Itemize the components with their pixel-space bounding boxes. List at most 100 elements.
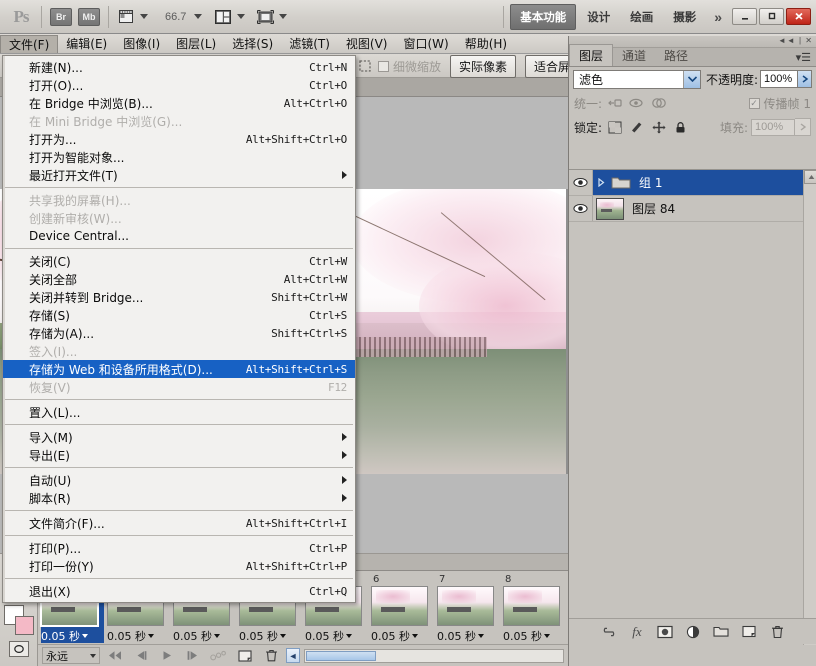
arrange-documents-control[interactable] — [214, 9, 246, 25]
menu-item[interactable]: 打印一份(Y) Alt+Shift+Ctrl+P — [3, 557, 355, 575]
tab-channels[interactable]: 通道 — [613, 45, 655, 66]
menu-item[interactable]: 导出(E) — [3, 446, 355, 464]
layer-visibility-toggle[interactable] — [569, 170, 593, 195]
select-first-frame-icon[interactable] — [104, 647, 126, 664]
menu-item[interactable]: 关闭全部 Alt+Ctrl+W — [3, 270, 355, 288]
list-item[interactable]: 6 0.05 秒 — [371, 575, 434, 643]
menu-item[interactable]: 自动(U) — [3, 471, 355, 489]
frame-delay[interactable]: 0.05 秒 — [173, 626, 236, 643]
fx-icon[interactable]: fx — [629, 623, 646, 640]
workspace-tab-essentials[interactable]: 基本功能 — [510, 3, 577, 30]
menu-window[interactable]: 窗口(W) — [395, 35, 456, 53]
frame-delay[interactable]: 0.05 秒 — [371, 626, 434, 643]
scroll-up-icon[interactable] — [804, 170, 816, 184]
menu-item[interactable]: 打开为智能对象... — [3, 148, 355, 166]
lock-image-pixels-icon[interactable] — [627, 119, 646, 136]
zoom-chevron-down-icon[interactable] — [194, 14, 203, 19]
menu-item[interactable]: 打开(O)... Ctrl+O — [3, 76, 355, 94]
menu-item[interactable]: 新建(N)... Ctrl+N — [3, 58, 355, 76]
animation-horizontal-scrollbar[interactable] — [304, 648, 564, 663]
workspace-tab-design[interactable]: 设计 — [578, 5, 619, 29]
table-row[interactable]: 组 1 — [569, 170, 816, 196]
tween-icon[interactable] — [208, 647, 230, 664]
menu-item[interactable]: 存储(S) Ctrl+S — [3, 306, 355, 324]
file-menu-dropdown[interactable]: 新建(N)... Ctrl+N 打开(O)... Ctrl+O 在 Bridge 中浏览… — [2, 55, 356, 603]
menu-item[interactable]: 存储为(A)... Shift+Ctrl+S — [3, 324, 355, 342]
unify-style-icon[interactable] — [649, 95, 668, 112]
quick-mask-button[interactable] — [8, 641, 29, 657]
close-button[interactable] — [786, 8, 811, 25]
workspace-tab-painting[interactable]: 绘画 — [621, 5, 662, 29]
workspace-tab-photography[interactable]: 摄影 — [664, 5, 705, 29]
fill-slider-button[interactable] — [795, 118, 811, 136]
tab-paths[interactable]: 路径 — [655, 45, 697, 66]
bridge-button[interactable]: Br — [50, 7, 72, 26]
select-next-frame-icon[interactable] — [182, 647, 204, 664]
layer-visibility-toggle[interactable] — [569, 196, 593, 221]
frame-delay[interactable]: 0.05 秒 — [305, 626, 368, 643]
menu-item[interactable]: 置入(L)... — [3, 403, 355, 421]
fine-zoom-checkbox[interactable] — [378, 60, 389, 72]
new-group-icon[interactable] — [713, 623, 730, 640]
expand-group-icon[interactable] — [593, 178, 609, 187]
layers-scrollbar[interactable] — [803, 170, 816, 645]
menu-item[interactable]: 打印(P)... Ctrl+P — [3, 539, 355, 557]
minimize-button[interactable] — [732, 8, 757, 25]
opacity-value[interactable]: 100% — [760, 70, 799, 88]
scrollbar-thumb[interactable] — [306, 650, 376, 661]
unify-visibility-icon[interactable] — [627, 95, 646, 112]
menu-layer[interactable]: 图层(L) — [168, 35, 224, 53]
menu-item[interactable]: 脚本(R) — [3, 489, 355, 507]
menu-item[interactable]: 文件简介(F)... Alt+Shift+Ctrl+I — [3, 514, 355, 532]
menu-help[interactable]: 帮助(H) — [457, 35, 515, 53]
adjustment-layer-icon[interactable] — [685, 623, 702, 640]
list-item[interactable]: 8 0.05 秒 — [503, 575, 566, 643]
maximize-button[interactable] — [759, 8, 784, 25]
view-extras-control[interactable] — [117, 9, 148, 25]
menu-item[interactable]: 退出(X) Ctrl+Q — [3, 582, 355, 600]
menu-select[interactable]: 选择(S) — [224, 35, 281, 53]
list-item[interactable]: 7 0.05 秒 — [437, 575, 500, 643]
menu-item[interactable]: 最近打开文件(T) — [3, 166, 355, 184]
zoom-level-value[interactable]: 66.7 — [165, 11, 186, 23]
frame-delay[interactable]: 0.05 秒 — [239, 626, 302, 643]
table-row[interactable]: 图层 84 — [569, 196, 816, 222]
duplicate-frame-icon[interactable] — [234, 647, 256, 664]
frame-delay[interactable]: 0.05 秒 — [41, 626, 104, 643]
panel-collapse-close-controls[interactable]: ◄◄ | ✕ — [778, 36, 813, 45]
workspace-more-button[interactable]: » — [706, 9, 730, 25]
propagate-frames-checkbox[interactable]: ✓ — [748, 97, 760, 109]
opacity-slider-button[interactable] — [798, 70, 812, 88]
loop-option-select[interactable]: 永远 — [42, 647, 100, 664]
menu-file[interactable]: 文件(F) — [0, 34, 59, 53]
unify-position-icon[interactable] — [605, 95, 624, 112]
menu-view[interactable]: 视图(V) — [338, 35, 396, 53]
play-icon[interactable] — [156, 647, 178, 664]
new-layer-icon[interactable] — [741, 623, 758, 640]
menu-item[interactable]: 关闭并转到 Bridge... Shift+Ctrl+W — [3, 288, 355, 306]
tab-layers[interactable]: 图层 — [569, 44, 614, 66]
lock-position-icon[interactable] — [649, 119, 668, 136]
delete-layer-icon[interactable] — [769, 623, 786, 640]
delete-frame-icon[interactable] — [260, 647, 282, 664]
menu-item[interactable]: 打开为... Alt+Shift+Ctrl+O — [3, 130, 355, 148]
fill-value[interactable]: 100% — [751, 118, 795, 136]
menu-image[interactable]: 图像(I) — [115, 35, 168, 53]
menu-item[interactable]: 在 Bridge 中浏览(B)... Alt+Ctrl+O — [3, 94, 355, 112]
menu-item[interactable]: Device Central... — [3, 227, 355, 245]
frame-delay[interactable]: 0.05 秒 — [437, 626, 500, 643]
frame-delay[interactable]: 0.05 秒 — [503, 626, 566, 643]
scroll-left-button[interactable]: ◄ — [286, 648, 300, 663]
layer-mask-icon[interactable] — [657, 623, 674, 640]
link-icon[interactable] — [601, 623, 618, 640]
menu-edit[interactable]: 编辑(E) — [58, 35, 115, 53]
background-color-swatch[interactable] — [14, 616, 34, 635]
frame-delay[interactable]: 0.05 秒 — [107, 626, 170, 643]
panel-menu-icon[interactable]: ▾☰ — [796, 51, 811, 64]
actual-pixels-button[interactable]: 实际像素 — [450, 54, 517, 78]
lock-all-icon[interactable] — [671, 119, 690, 136]
blend-mode-select[interactable]: 滤色 — [573, 69, 701, 89]
foreground-background-colors[interactable] — [3, 605, 34, 635]
menu-filter[interactable]: 滤镜(T) — [281, 35, 338, 53]
menu-item[interactable]: 导入(M) — [3, 428, 355, 446]
